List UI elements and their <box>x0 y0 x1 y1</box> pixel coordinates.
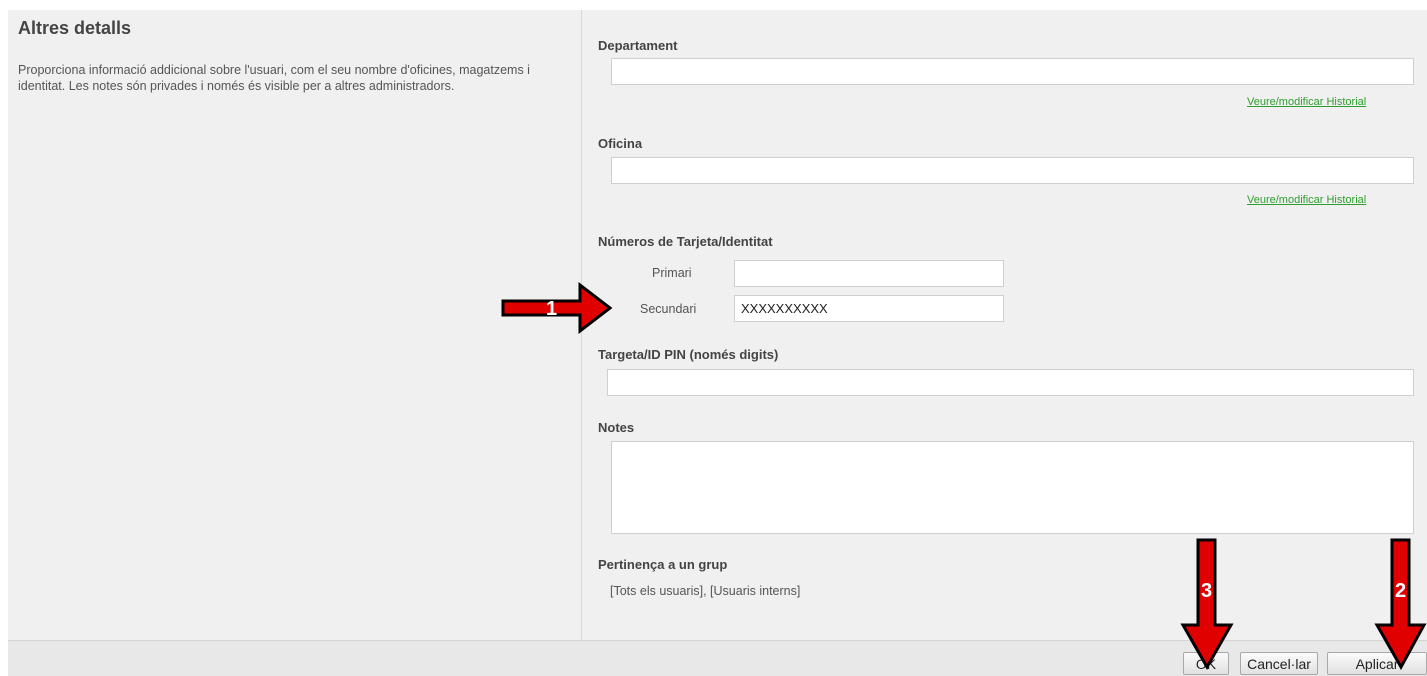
annotation-label-3: 3 <box>1201 580 1213 602</box>
notes-textarea[interactable] <box>611 441 1414 534</box>
annotation-arrow-down-icon <box>1180 538 1234 671</box>
annotation-arrow-down-icon <box>1374 538 1427 671</box>
notes-label: Notes <box>598 420 635 435</box>
section-description: Proporciona informació addicional sobre … <box>18 63 530 93</box>
group-membership-label: Pertinença a un grup <box>598 557 728 572</box>
card-numbers-label: Números de Tarjeta/Identitat <box>598 234 773 249</box>
pin-label: Targeta/ID PIN (només digits) <box>598 347 779 362</box>
cancel-button[interactable]: Cancel·lar <box>1240 652 1318 675</box>
annotation-label-1: 1 <box>546 298 558 320</box>
office-history-link[interactable]: Veure/modificar Historial <box>1247 194 1366 206</box>
primary-card-label: Primari <box>652 266 692 280</box>
group-membership-value: [Tots els usuaris], [Usuaris interns] <box>610 584 801 598</box>
department-input[interactable] <box>611 58 1414 85</box>
pin-input[interactable] <box>607 369 1414 396</box>
secondary-card-input[interactable] <box>734 295 1004 322</box>
office-label: Oficina <box>598 136 643 151</box>
primary-card-input[interactable] <box>734 260 1004 287</box>
department-history-link[interactable]: Veure/modificar Historial <box>1247 96 1366 108</box>
department-label: Departament <box>598 38 678 53</box>
annotation-label-2: 2 <box>1395 580 1407 602</box>
section-title: Altres detalls <box>18 18 132 38</box>
secondary-card-label: Secundari <box>640 302 697 316</box>
office-input[interactable] <box>611 157 1414 184</box>
description-column: Altres detalls Proporciona informació ad… <box>8 10 582 640</box>
